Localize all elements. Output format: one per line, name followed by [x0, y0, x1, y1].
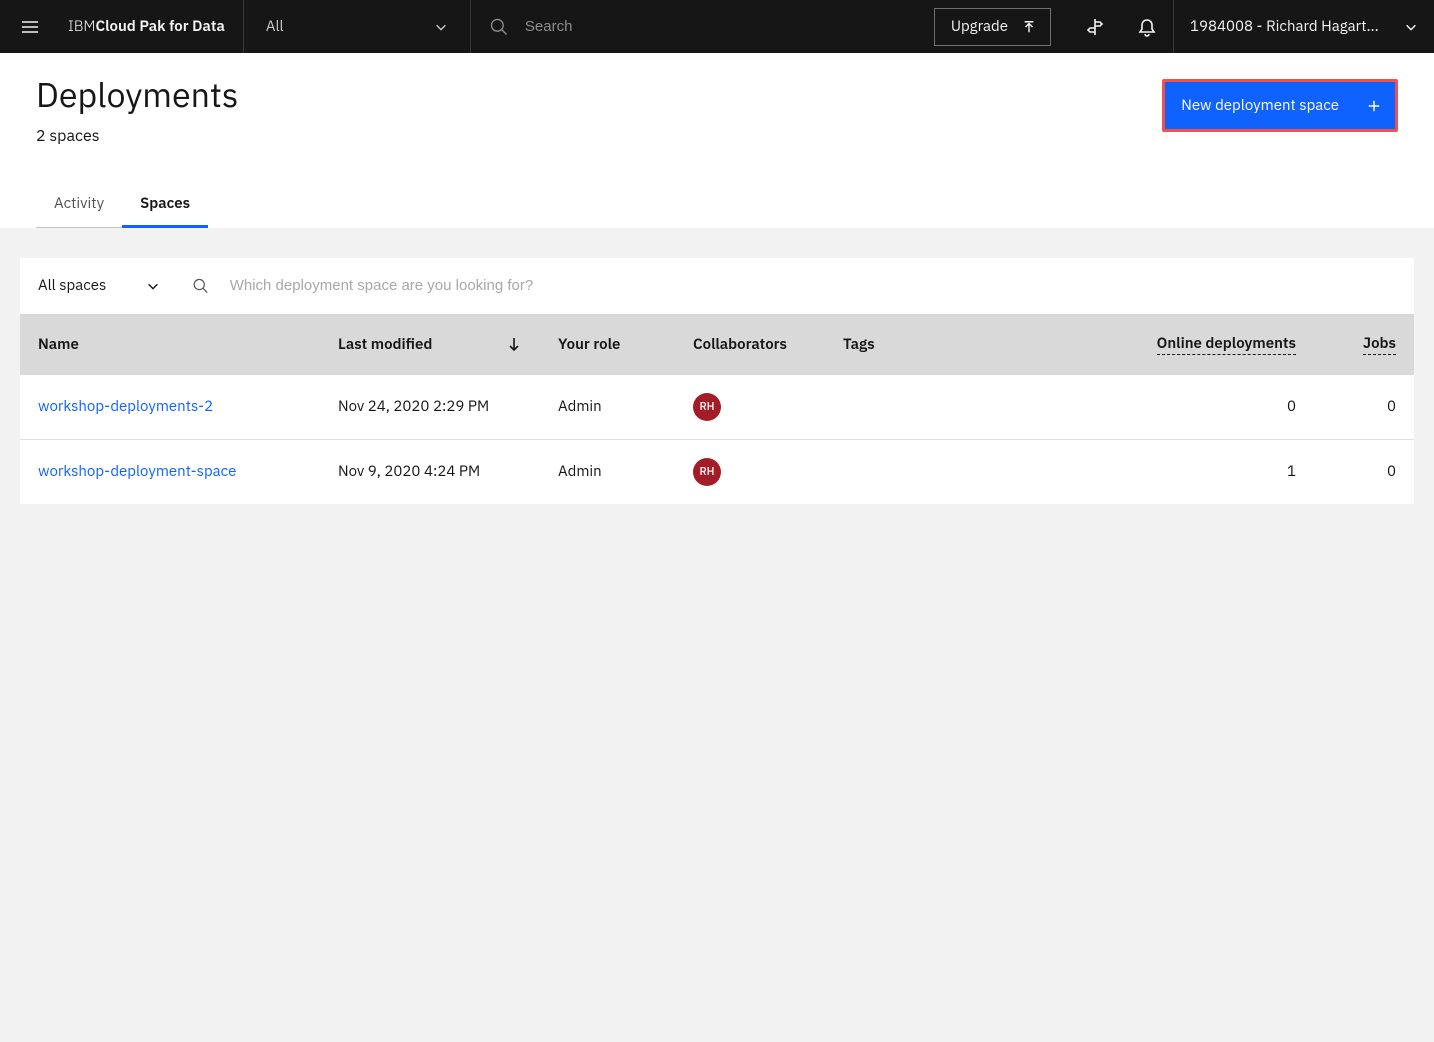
cell-role: Admin: [540, 375, 675, 440]
table-row: workshop-deployments-2 Nov 24, 2020 2:29…: [20, 375, 1414, 440]
notifications-button[interactable]: [1121, 0, 1173, 53]
user-label: 1984008 - Richard Hagart...: [1190, 17, 1379, 36]
col-role[interactable]: Your role: [540, 314, 675, 375]
cell-tags: [825, 439, 925, 504]
space-link[interactable]: workshop-deployments-2: [38, 397, 213, 416]
brand: IBM Cloud Pak for Data: [60, 0, 243, 53]
table-row: workshop-deployment-space Nov 9, 2020 4:…: [20, 439, 1414, 504]
cell-online: 1: [925, 439, 1314, 504]
scope-label: All: [266, 17, 284, 36]
filter-label: All spaces: [38, 276, 106, 295]
spaces-search-input[interactable]: [230, 277, 1400, 294]
search-input[interactable]: [525, 18, 898, 35]
tabs: Activity Spaces: [36, 182, 1398, 228]
signpost-icon: [1085, 17, 1105, 37]
plus-icon: [1367, 99, 1381, 113]
search-icon: [192, 277, 209, 295]
page-title: Deployments: [36, 75, 238, 116]
brand-thin: IBM: [68, 17, 96, 36]
col-tags[interactable]: Tags: [825, 314, 925, 375]
menu-button[interactable]: [0, 0, 60, 53]
new-button-label: New deployment space: [1181, 96, 1339, 115]
cell-jobs: 0: [1314, 375, 1414, 440]
upgrade-label: Upgrade: [951, 17, 1008, 36]
hamburger-icon: [20, 17, 40, 37]
col-name[interactable]: Name: [20, 314, 320, 375]
page-subtitle: 2 spaces: [36, 126, 238, 146]
col-jobs[interactable]: Jobs: [1314, 314, 1414, 375]
search-icon: [489, 16, 509, 38]
spaces-toolbar: All spaces: [20, 258, 1414, 314]
upgrade-icon: [1022, 20, 1036, 34]
tab-spaces[interactable]: Spaces: [122, 182, 208, 228]
user-menu[interactable]: 1984008 - Richard Hagart...: [1174, 0, 1434, 53]
col-last-modified-label: Last modified: [338, 335, 432, 354]
cell-online: 0: [925, 375, 1314, 440]
bell-icon: [1137, 17, 1157, 37]
cell-last-modified: Nov 24, 2020 2:29 PM: [320, 375, 540, 440]
cell-tags: [825, 375, 925, 440]
spaces-table: Name Last modified Your role Collaborato…: [20, 314, 1414, 504]
chevron-down-icon: [1404, 20, 1418, 34]
chevron-down-icon: [146, 279, 160, 293]
brand-bold: Cloud Pak for Data: [96, 17, 225, 36]
space-link[interactable]: workshop-deployment-space: [38, 462, 236, 481]
col-last-modified[interactable]: Last modified: [320, 314, 540, 375]
chevron-down-icon: [434, 20, 448, 34]
avatar[interactable]: RH: [693, 393, 721, 421]
content: All spaces Name Last modified Your role: [0, 228, 1434, 504]
col-online-deployments[interactable]: Online deployments: [925, 314, 1314, 375]
scope-dropdown[interactable]: All: [244, 0, 470, 53]
cell-role: Admin: [540, 439, 675, 504]
cell-last-modified: Nov 9, 2020 4:24 PM: [320, 439, 540, 504]
avatar[interactable]: RH: [693, 458, 721, 486]
directions-button[interactable]: [1069, 0, 1121, 53]
upgrade-button[interactable]: Upgrade: [934, 8, 1051, 46]
cell-jobs: 0: [1314, 439, 1414, 504]
spaces-filter-dropdown[interactable]: All spaces: [34, 276, 164, 295]
global-search[interactable]: [471, 0, 916, 53]
page-header: Deployments 2 spaces New deployment spac…: [0, 53, 1434, 228]
sort-arrow-down-icon: [506, 336, 522, 352]
col-collaborators[interactable]: Collaborators: [675, 314, 825, 375]
tab-activity[interactable]: Activity: [36, 182, 122, 228]
topbar: IBM Cloud Pak for Data All Upgrade 19840…: [0, 0, 1434, 53]
new-deployment-space-button[interactable]: New deployment space: [1162, 79, 1398, 132]
